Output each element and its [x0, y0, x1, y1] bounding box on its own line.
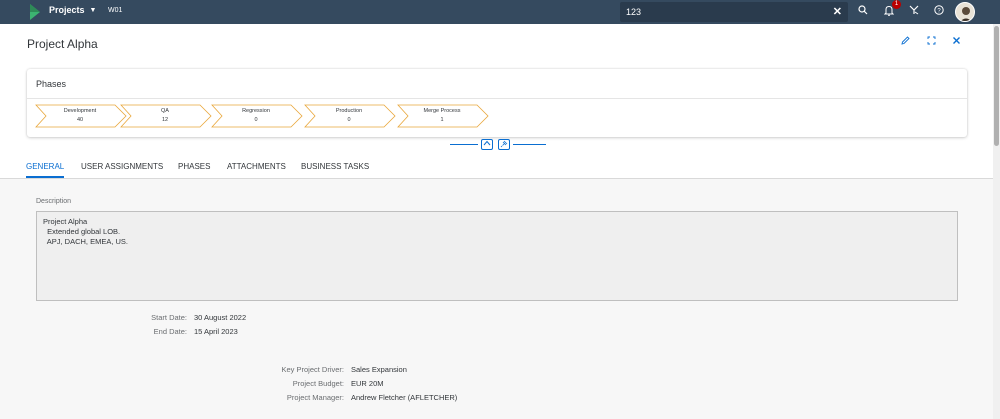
- tab-attachments[interactable]: ATTACHMENTS: [227, 162, 286, 171]
- project-manager-row: Project Manager: Andrew Fletcher (AFLETC…: [0, 393, 600, 405]
- scrollbar-thumb[interactable]: [994, 26, 999, 146]
- app-title-menu[interactable]: Projects ▼: [49, 5, 96, 15]
- project-manager-value: Andrew Fletcher (AFLETCHER): [351, 393, 458, 402]
- system-id: W01: [108, 7, 123, 14]
- phase-count: 40: [76, 117, 84, 123]
- phase-qa[interactable]: QA 12: [120, 104, 220, 128]
- phases-card: Phases Development 40 QA 12 Regression 0…: [27, 69, 967, 137]
- project-budget-label: Project Budget:: [292, 379, 344, 388]
- clear-search-icon[interactable]: ✕: [833, 5, 842, 19]
- start-date-value: 30 August 2022: [194, 313, 247, 322]
- phase-name: Production: [335, 108, 363, 114]
- page-scrollbar[interactable]: [993, 24, 1000, 419]
- edit-icon[interactable]: [898, 36, 912, 50]
- phase-count: 1: [440, 117, 444, 123]
- divider: [27, 98, 967, 99]
- phase-production[interactable]: Production 0: [304, 104, 404, 128]
- key-project-driver-row: Key Project Driver: Sales Expansion: [0, 365, 600, 377]
- notification-count-badge: 1: [892, 0, 901, 9]
- phase-name: Regression: [242, 108, 270, 114]
- end-date-label: End Date:: [153, 327, 187, 336]
- phase-count: 12: [161, 117, 169, 123]
- close-icon[interactable]: [949, 36, 963, 50]
- description-line: Extended global LOB.: [43, 227, 121, 236]
- help-icon[interactable]: ?: [932, 5, 946, 19]
- project-manager-label: Project Manager:: [286, 393, 344, 402]
- tab-general[interactable]: GENERAL: [26, 162, 64, 171]
- co-pilot-icon[interactable]: [907, 5, 921, 19]
- description-label: Description: [36, 198, 72, 205]
- search-icon[interactable]: [856, 5, 870, 19]
- search-input[interactable]: [626, 5, 826, 19]
- caret-down-icon: ▼: [89, 6, 97, 14]
- fullscreen-icon[interactable]: [924, 36, 938, 50]
- phase-merge-process[interactable]: Merge Process 1: [397, 104, 497, 128]
- search-field[interactable]: ✕: [620, 2, 848, 22]
- phase-count: 0: [254, 117, 258, 123]
- page-title: Project Alpha: [27, 37, 98, 51]
- collapse-header-button[interactable]: [481, 139, 493, 150]
- tab-business-tasks[interactable]: BUSINESS TASKS: [301, 162, 369, 171]
- tab-phases[interactable]: PHASES: [178, 162, 210, 171]
- app-title: Projects: [49, 5, 85, 15]
- shell-bar: Projects ▼ W01 ✕ 1 ?: [0, 0, 1000, 24]
- app-logo-icon[interactable]: [30, 4, 40, 20]
- phase-name: Development: [63, 108, 97, 114]
- project-budget-value: EUR 20M: [351, 379, 384, 388]
- phase-name: QA: [161, 108, 169, 114]
- tab-user-assignments[interactable]: USER ASSIGNMENTS: [81, 162, 163, 171]
- pin-header-button[interactable]: [498, 139, 510, 150]
- key-project-driver-value: Sales Expansion: [351, 365, 407, 374]
- description-line: Project Alpha: [43, 217, 88, 226]
- phase-name: Merge Process: [423, 108, 461, 114]
- phase-regression[interactable]: Regression 0: [211, 104, 311, 128]
- end-date-value: 15 April 2023: [194, 327, 238, 336]
- phase-count: 0: [347, 117, 351, 123]
- collapse-divider-right: [513, 144, 546, 145]
- start-date-label: Start Date:: [151, 313, 187, 322]
- phases-title: Phases: [36, 79, 67, 89]
- key-project-driver-label: Key Project Driver:: [281, 365, 344, 374]
- description-line: APJ, DACH, EMEA, US.: [43, 237, 129, 246]
- user-avatar[interactable]: [955, 2, 975, 22]
- general-section: Description Project Alpha Extended globa…: [0, 179, 993, 419]
- end-date-row: End Date: 15 April 2023: [0, 327, 400, 339]
- object-page-header: Project Alpha Phases Development 40 QA 1…: [0, 24, 993, 180]
- start-date-row: Start Date: 30 August 2022: [0, 313, 400, 325]
- project-budget-row: Project Budget: EUR 20M: [0, 379, 600, 391]
- description-textarea[interactable]: Project Alpha Extended global LOB. APJ, …: [36, 211, 958, 301]
- collapse-divider-left: [450, 144, 478, 145]
